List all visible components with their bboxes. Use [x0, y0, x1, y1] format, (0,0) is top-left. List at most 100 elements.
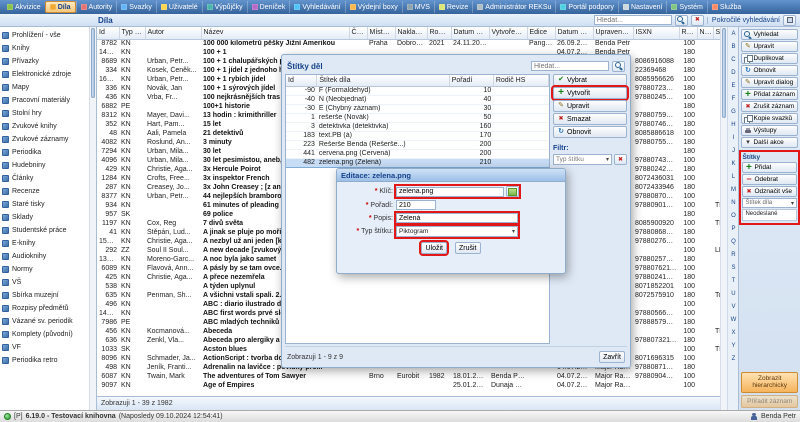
sidebar-item[interactable]: Elektronické zdroje	[0, 68, 89, 81]
close-dialog-button[interactable]: Zavřít	[599, 351, 625, 363]
sidebar-item[interactable]: Recenze	[0, 185, 89, 198]
column-header[interactable]: Upravena u...	[593, 27, 633, 39]
table-row[interactable]: 6087 KN Twain, Mark The adventures of To…	[97, 372, 745, 381]
dialog-search-input[interactable]	[531, 61, 609, 71]
label-row[interactable]: 482 zelena.png (Zelená) 210	[286, 158, 549, 167]
label-list-item[interactable]: Neodeslané	[745, 211, 794, 217]
clear-search-button[interactable]	[691, 15, 704, 26]
alphabet-letter[interactable]: O	[731, 210, 736, 223]
sidebar-item[interactable]: Stolní hry	[0, 107, 89, 120]
sidebar-item[interactable]: Periodika	[0, 146, 89, 159]
label-row[interactable]: 3 detektivka (detektivka) 160	[286, 122, 549, 131]
key-input[interactable]	[396, 187, 504, 197]
alphabet-letter[interactable]: T	[732, 275, 736, 288]
dialog-action-button[interactable]: Vytvořit	[553, 87, 627, 99]
label-row[interactable]: 441 cervena.png (Červená) 200	[286, 149, 549, 158]
sidebar-item[interactable]: VŠ	[0, 276, 89, 289]
action-button[interactable]: Kopie svazků	[741, 113, 798, 124]
current-user[interactable]: Benda Petr	[761, 413, 796, 420]
dialog-action-button[interactable]: Smazat	[553, 113, 627, 125]
label-row[interactable]: -30 E (Chybný záznam) 30	[286, 104, 549, 113]
alphabet-letter[interactable]: U	[731, 288, 735, 301]
labels-dialog-header[interactable]: Štítky děl	[285, 58, 627, 74]
menu-item[interactable]: Uživatelé	[156, 1, 202, 13]
sidebar-item[interactable]: Knihy	[0, 42, 89, 55]
sidebar-scrollbar[interactable]	[89, 27, 96, 410]
sidebar-item[interactable]: Periodika retro	[0, 354, 89, 367]
sidebar-item[interactable]: Zvukové záznamy	[0, 133, 89, 146]
column-header[interactable]: ISXN	[633, 27, 679, 39]
dialog-search-button[interactable]	[612, 61, 625, 72]
dialog-action-button[interactable]: Upravit	[553, 100, 627, 112]
scrollbar-thumb[interactable]	[722, 28, 726, 118]
alphabet-letter[interactable]: R	[731, 249, 735, 262]
label-type-select[interactable]: Piktogram ▾	[396, 226, 518, 237]
action-button[interactable]: Duplikovat	[741, 53, 798, 64]
alphabet-letter[interactable]: N	[731, 197, 735, 210]
column-header[interactable]: Štítek díla	[317, 75, 449, 86]
column-header[interactable]: Část	[349, 27, 367, 39]
column-header[interactable]: Autor	[145, 27, 201, 39]
sidebar-item[interactable]: Vázané sv. periodik	[0, 315, 89, 328]
alphabet-letter[interactable]: D	[731, 67, 735, 80]
action-button[interactable]: Zrušit záznam	[741, 101, 798, 112]
dialog-action-button[interactable]: Obnovit	[553, 126, 627, 138]
column-header[interactable]: Název	[201, 27, 349, 39]
label-action-button[interactable]: Přidat	[742, 162, 797, 173]
alphabet-letter[interactable]: V	[731, 301, 735, 314]
alphabet-letter[interactable]: L	[732, 171, 735, 184]
sidebar-item[interactable]: Prohlížení - vše	[0, 29, 89, 42]
action-button[interactable]: Upravit	[741, 41, 798, 52]
column-header[interactable]: Datum vytvoř...	[451, 27, 489, 39]
label-row[interactable]: 1 rešerše (Novák) 50	[286, 113, 549, 122]
column-header[interactable]: Nakladatel	[395, 27, 427, 39]
menu-item[interactable]: Služba	[707, 1, 745, 13]
column-header[interactable]: Pořadí	[449, 75, 493, 86]
column-header[interactable]: Rok vydání	[427, 27, 451, 39]
menu-item[interactable]: Výpůjčky	[202, 1, 247, 13]
menu-item[interactable]: Administrátor REKSu	[472, 1, 555, 13]
label-row[interactable]: -90 F (Formaldehyd) 10	[286, 86, 549, 95]
action-button[interactable]: Vyhledat	[741, 29, 798, 40]
menu-item[interactable]: Autority	[76, 1, 117, 13]
alphabet-letter[interactable]: F	[732, 93, 736, 106]
menu-item[interactable]: Systém	[666, 1, 706, 13]
column-header[interactable]: Nosič	[697, 27, 713, 39]
column-header[interactable]: Edice	[527, 27, 555, 39]
alphabet-letter[interactable]: H	[731, 119, 735, 132]
alphabet-letter[interactable]: C	[731, 54, 735, 67]
alphabet-letter[interactable]: K	[731, 158, 735, 171]
table-scrollbar[interactable]	[720, 27, 727, 410]
menu-item[interactable]: Nastavení	[618, 1, 667, 13]
menu-item[interactable]: Akvizice	[3, 1, 45, 13]
pick-image-button[interactable]	[506, 186, 519, 197]
column-header[interactable]: Rodič HS	[493, 75, 548, 86]
dialog-action-button[interactable]: Vybrat	[553, 74, 627, 86]
alphabet-letter[interactable]: S	[731, 262, 735, 275]
action-button[interactable]: Výstupy	[741, 125, 798, 136]
advanced-search-link[interactable]: Pokročilé vyhledávání	[707, 17, 780, 24]
column-header[interactable]: Id	[286, 75, 317, 86]
label-type-filter-combo[interactable]: Typ štítku ▾	[553, 154, 612, 165]
alphabet-letter[interactable]: P	[731, 223, 735, 236]
alphabet-letter[interactable]: X	[731, 327, 735, 340]
column-header[interactable]: Rating	[679, 27, 697, 39]
sidebar-item[interactable]: Mapy	[0, 81, 89, 94]
alphabet-letter[interactable]: A	[731, 28, 735, 41]
menu-item[interactable]: Výdejní boxy	[345, 1, 402, 13]
action-button[interactable]: Upravit dialog	[741, 77, 798, 88]
sidebar-item[interactable]: Rozpisy předmětů	[0, 302, 89, 315]
sidebar-item[interactable]: E-knihy	[0, 237, 89, 250]
menu-item[interactable]: Svazky	[116, 1, 156, 13]
alphabet-letter[interactable]: M	[731, 184, 736, 197]
label-row[interactable]: 183 text.PB (á) 170	[286, 131, 549, 140]
label-row[interactable]: -40 N (Neobjednat) 40	[286, 95, 549, 104]
action-button[interactable]: Další akce	[741, 137, 798, 148]
table-row[interactable]: 9097 KN Age of Empires 25.01.2022 Dunaja…	[97, 381, 745, 390]
alphabet-letter[interactable]: Q	[731, 236, 736, 249]
sidebar-item[interactable]: Studentské práce	[0, 224, 89, 237]
label-action-button[interactable]: Odebrat	[742, 174, 797, 185]
label-row[interactable]: 223 Rešerše Benda (Rešerše...) 200	[286, 140, 549, 149]
alphabet-letter[interactable]: W	[731, 314, 737, 327]
sidebar-item[interactable]: Komplety (původní)	[0, 328, 89, 341]
